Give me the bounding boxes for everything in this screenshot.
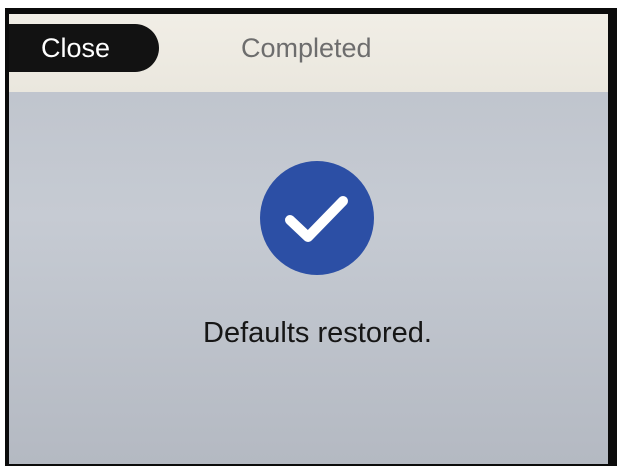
printer-screen: Close Completed Defaults restored.: [9, 14, 608, 464]
photo-background: Close Completed Defaults restored.: [0, 0, 617, 466]
check-icon: [260, 161, 374, 275]
page-title: Completed: [241, 33, 372, 63]
status-message: Defaults restored.: [203, 317, 432, 349]
status-panel: Defaults restored.: [9, 92, 608, 464]
check-icon-circle: [260, 161, 374, 275]
close-button[interactable]: Close: [9, 24, 159, 72]
header-bar: Close Completed: [9, 14, 608, 92]
